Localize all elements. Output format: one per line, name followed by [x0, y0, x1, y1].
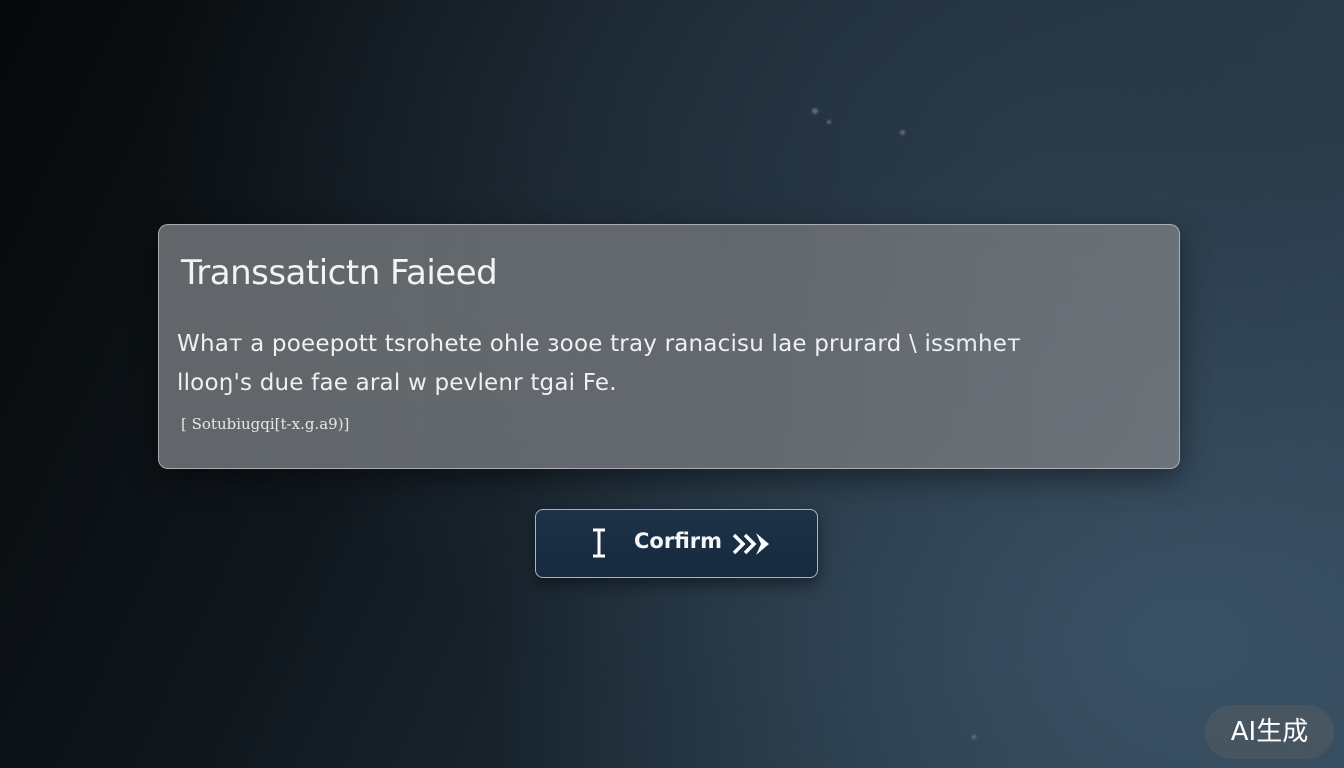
background-speck — [827, 120, 831, 124]
ai-generated-badge: AI生成 — [1205, 705, 1334, 759]
confirm-button-label: Corfirm — [634, 529, 722, 553]
background-speck — [972, 735, 976, 739]
background-speck — [812, 108, 818, 114]
confirm-button[interactable]: Corfirm — [535, 509, 818, 578]
transaction-failed-dialog: Transsatictn Faieed Whaт a poeepott tsro… — [158, 224, 1180, 469]
dialog-message: Whaт a poeepott tsrohete ohle зooe tray … — [177, 325, 1077, 403]
vertical-double-arrow-icon — [593, 528, 605, 558]
error-code: [ Sotubiugqi[t-x.g.a9)] — [181, 415, 350, 433]
background-speck — [900, 130, 905, 135]
double-chevron-right-icon — [732, 533, 769, 555]
dialog-title: Transsatictn Faieed — [181, 253, 498, 293]
dialog-message-line: Whaт a poeepott tsrohete ohle зooe tray … — [177, 331, 1021, 357]
dialog-message-line: llooŋ's due fae aral w pevlenr tgai Fe. — [177, 370, 617, 396]
